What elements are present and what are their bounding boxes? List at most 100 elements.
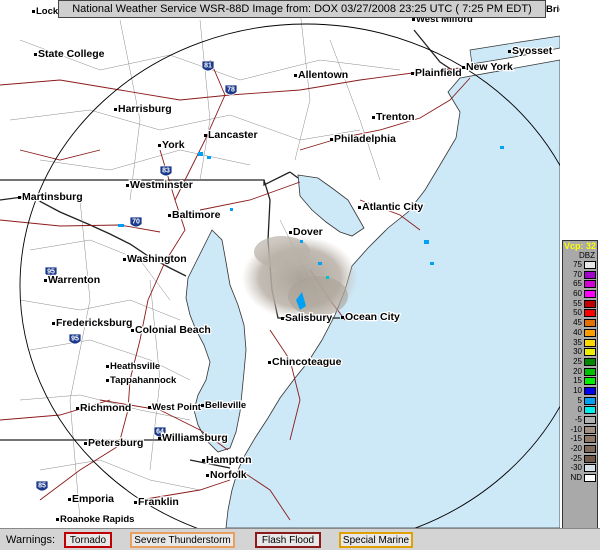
city-marker — [68, 498, 71, 501]
interstate-shield-icon: 81 — [201, 60, 215, 72]
legend-swatch — [584, 367, 596, 376]
city-marker — [134, 501, 137, 504]
radar-map: 8178837095956485 State CollegeAllentownH… — [0, 0, 560, 528]
legend-swatch — [584, 425, 596, 434]
legend-row: -10 — [563, 425, 597, 435]
city-marker — [330, 138, 333, 141]
city-marker — [268, 361, 271, 364]
legend-swatch — [584, 309, 596, 318]
city-marker — [18, 196, 21, 199]
city-marker — [372, 116, 375, 119]
legend-value: 10 — [573, 385, 582, 395]
legend-swatch — [584, 328, 596, 337]
legend-row: -25 — [563, 454, 597, 464]
city-marker — [56, 518, 59, 521]
city-marker — [106, 379, 109, 382]
legend-swatch — [584, 290, 596, 299]
legend-value: 50 — [573, 308, 582, 318]
city-label: Atlantic City — [362, 201, 423, 213]
city-marker — [158, 144, 161, 147]
city-label: Franklin — [138, 496, 179, 508]
legend-row: 15 — [563, 376, 597, 386]
city-label: Ocean City — [345, 311, 400, 323]
legend-swatch — [584, 319, 596, 328]
city-label: Salisbury — [285, 312, 332, 324]
city-label: State College — [38, 48, 105, 60]
city-label: York — [162, 139, 185, 151]
city-marker — [411, 72, 414, 75]
legend-row: 55 — [563, 299, 597, 309]
legend-swatch — [584, 474, 596, 483]
legend-value: 20 — [573, 366, 582, 376]
legend-value: 45 — [573, 318, 582, 328]
city-label: Trenton — [376, 111, 415, 123]
legend-swatch — [584, 435, 596, 444]
flash-flood-warning-button[interactable]: Flash Flood — [255, 532, 321, 548]
city-label: Norfolk — [210, 469, 247, 481]
dbz-unit-label: DBZ — [579, 251, 595, 260]
legend-row: -5 — [563, 415, 597, 425]
warnings-label: Warnings: — [6, 534, 56, 546]
city-marker — [106, 365, 109, 368]
city-marker — [34, 53, 37, 56]
legend-row: -30 — [563, 463, 597, 473]
severe-thunderstorm-warning-button[interactable]: Severe Thunderstorm — [130, 532, 235, 548]
legend-swatch — [584, 445, 596, 454]
city-marker — [148, 406, 151, 409]
city-marker — [204, 134, 207, 137]
city-marker — [206, 474, 209, 477]
city-label: Roanoke Rapids — [60, 514, 134, 525]
legend-swatch — [584, 299, 596, 308]
city-label: Hampton — [206, 454, 252, 466]
legend-swatch — [584, 270, 596, 279]
city-label: Fredericksburg — [56, 317, 132, 329]
city-label: Warrenton — [48, 274, 100, 286]
legend-swatch — [584, 416, 596, 424]
svg-text:85: 85 — [38, 483, 46, 490]
legend-value: 75 — [573, 260, 582, 269]
city-marker — [44, 279, 47, 282]
svg-text:95: 95 — [71, 336, 79, 343]
city-marker — [168, 214, 171, 217]
city-marker — [131, 329, 134, 332]
city-label: Williamsburg — [162, 432, 228, 444]
legend-rows: 75 70 65 60 55 50 45 40 35 30 25 20 15 10 5 0 -5 -10 -15 -2… — [563, 260, 597, 483]
legend-row: 0 — [563, 405, 597, 415]
legend-value: 65 — [573, 279, 582, 289]
legend-row: 65 — [563, 279, 597, 289]
city-marker — [123, 258, 126, 261]
legend-row: 25 — [563, 357, 597, 367]
legend-swatch — [584, 261, 596, 269]
city-label: Tappahannock — [110, 375, 177, 386]
interstate-shield-icon: 78 — [224, 84, 238, 96]
city-marker — [508, 50, 511, 53]
city-label: Westminster — [130, 179, 193, 191]
interstate-shield-icon: 83 — [159, 165, 173, 177]
radar-header: National Weather Service WSR-88D Image f… — [58, 0, 546, 18]
special-marine-warning-button[interactable]: Special Marine — [339, 532, 413, 548]
legend-row: 30 — [563, 347, 597, 357]
city-label: Belleville — [205, 400, 246, 411]
legend-row: 60 — [563, 289, 597, 299]
city-marker — [126, 184, 129, 187]
legend-swatch — [584, 454, 596, 463]
legend-row: 35 — [563, 338, 597, 348]
city-marker — [462, 66, 465, 69]
legend-value: ND — [570, 473, 582, 483]
legend-value: 55 — [573, 298, 582, 308]
interstate-shield-icon: 95 — [68, 333, 82, 345]
city-label: Philadelphia — [334, 133, 396, 145]
tornado-warning-button[interactable]: Tornado — [64, 532, 112, 548]
city-label: West Point — [152, 402, 202, 413]
city-label: Bridgeport — [546, 4, 560, 15]
city-marker — [158, 437, 161, 440]
legend-value: -20 — [570, 444, 582, 454]
city-label: Lancaster — [208, 129, 258, 141]
legend-row: 45 — [563, 318, 597, 328]
city-marker — [412, 18, 415, 21]
legend-row: 70 — [563, 270, 597, 280]
city-label: Dover — [293, 226, 323, 238]
city-label: Baltimore — [172, 209, 221, 221]
legend-value: 15 — [573, 376, 582, 386]
city-marker — [201, 404, 204, 407]
